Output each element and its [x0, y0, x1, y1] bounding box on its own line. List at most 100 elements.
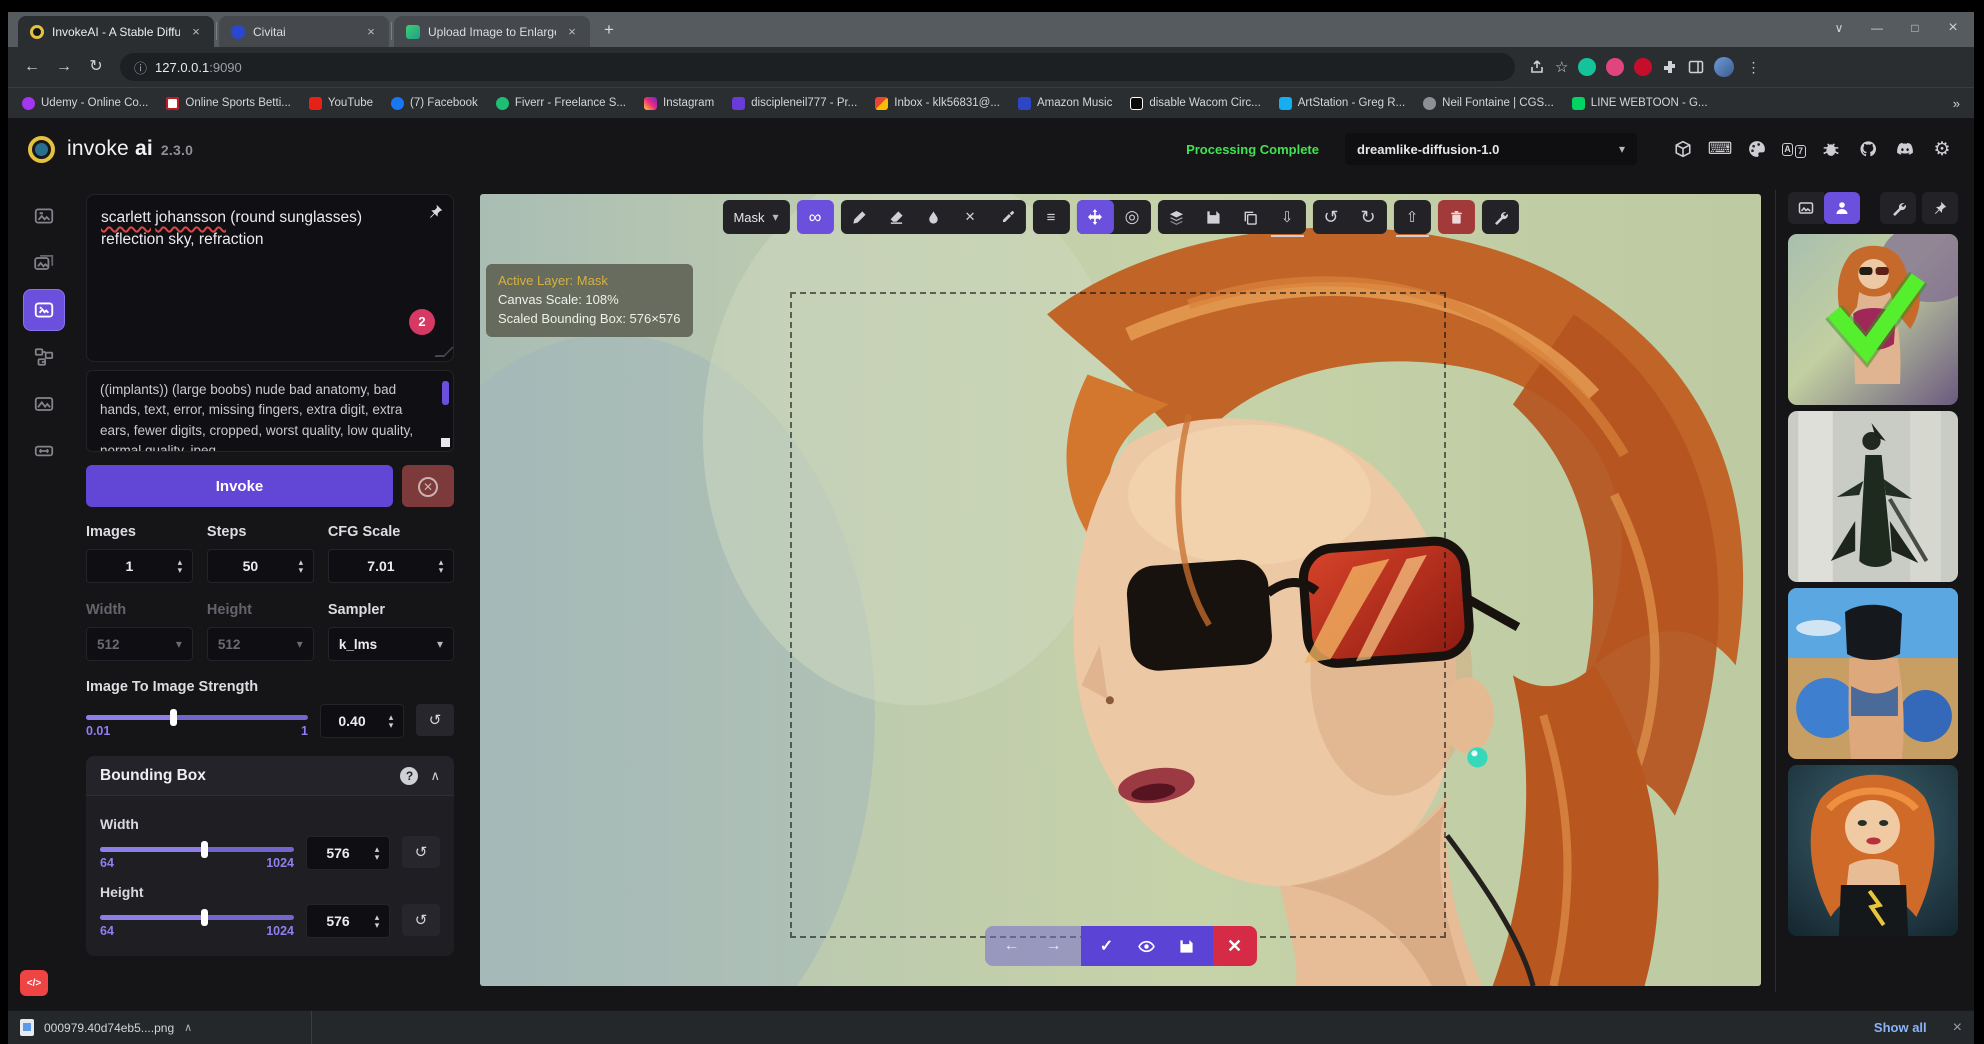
next-image-button[interactable]: → [1033, 937, 1075, 955]
stepper[interactable]: ▴▾ [369, 913, 389, 929]
negative-prompt-textarea[interactable]: ((implants)) (large boobs) nude bad anat… [86, 370, 454, 452]
report-bug-icon[interactable] [1819, 137, 1843, 161]
profile-avatar[interactable] [1714, 57, 1734, 77]
stepper[interactable]: ▴▾ [172, 558, 192, 574]
bookmark-inbox[interactable]: Inbox - klk56831@... [875, 97, 1000, 110]
color-picker-button[interactable] [989, 200, 1026, 234]
gallery-thumbnail[interactable] [1788, 588, 1958, 759]
save-staged-image-button[interactable] [1167, 939, 1207, 954]
tab-search-icon[interactable]: ∨ [1824, 16, 1854, 40]
help-icon[interactable]: ? [400, 767, 418, 785]
toggle-preview-eye-button[interactable] [1127, 938, 1167, 955]
bookmark-wacom[interactable]: disable Wacom Circ... [1130, 97, 1260, 110]
share-icon[interactable] [1529, 59, 1545, 75]
bookmark-neil-fontaine[interactable]: Neil Fontaine | CGS... [1423, 97, 1554, 110]
brush-options-button[interactable]: ≡ [1033, 200, 1070, 234]
redo-button[interactable]: ↻ [1350, 200, 1387, 234]
tab-unified-canvas[interactable] [24, 290, 64, 330]
bookmark-amazon-music[interactable]: Amazon Music [1018, 97, 1112, 110]
move-tool-button[interactable] [1077, 200, 1114, 234]
extensions-puzzle-icon[interactable] [1662, 59, 1678, 75]
prompt-textarea[interactable]: scarlett johansson (round sunglasses) re… [86, 194, 454, 362]
reload-button[interactable]: ↻ [82, 53, 110, 81]
gallery-thumbnail[interactable] [1788, 765, 1958, 936]
bbox-height-reset-button[interactable]: ↺ [402, 904, 440, 936]
pin-icon[interactable] [428, 204, 443, 219]
eraser-tool-button[interactable] [878, 200, 915, 234]
bookmark-fiverr[interactable]: Fiverr - Freelance S... [496, 97, 626, 110]
images-input[interactable]: 1 ▴▾ [86, 549, 193, 583]
bbox-width-input[interactable]: 576 ▴▾ [306, 836, 390, 870]
bookmark-artstation[interactable]: ArtStation - Greg R... [1279, 97, 1405, 110]
stepper[interactable]: ▴▾ [369, 845, 389, 861]
gallery-images-button[interactable] [1788, 192, 1824, 224]
layer-select[interactable]: Mask▾ [722, 200, 789, 234]
tab-image-to-image[interactable] [24, 243, 64, 283]
model-manager-icon[interactable] [1671, 137, 1695, 161]
accept-staging-button[interactable]: ✓ [1087, 936, 1127, 956]
undo-button[interactable]: ↺ [1313, 200, 1350, 234]
stepper[interactable]: ▴▾ [293, 558, 313, 574]
console-toggle-button[interactable]: </> [20, 970, 48, 996]
tab-nodes[interactable] [24, 337, 64, 377]
forward-button[interactable]: → [50, 53, 78, 81]
settings-gear-icon[interactable]: ⚙ [1930, 137, 1954, 161]
hotkeys-keyboard-icon[interactable]: ⌨ [1708, 137, 1732, 161]
download-item[interactable]: 000979.40d74eb5....png ∧ [20, 1011, 312, 1044]
cancel-button[interactable]: ✕ [402, 465, 454, 507]
tab-close-icon[interactable]: × [564, 24, 580, 40]
bbox-width-reset-button[interactable]: ↺ [402, 836, 440, 868]
resize-handle[interactable] [434, 347, 454, 357]
pink-extension-icon[interactable] [1606, 58, 1624, 76]
tab-civitai[interactable]: Civitai × [219, 16, 389, 47]
discord-icon[interactable] [1893, 137, 1917, 161]
cfg-scale-input[interactable]: 7.01 ▴▾ [328, 549, 454, 583]
side-panel-icon[interactable] [1688, 59, 1704, 75]
tab-close-icon[interactable]: × [188, 24, 204, 40]
chevron-up-icon[interactable]: ∧ [184, 1021, 192, 1034]
chevron-up-icon[interactable]: ∧ [430, 768, 440, 784]
download-image-button[interactable]: ⇩ [1269, 200, 1306, 234]
gallery-thumbnail[interactable] [1788, 411, 1958, 582]
fill-bounding-box-button[interactable] [915, 200, 952, 234]
scrollbar-thumb[interactable] [442, 381, 449, 405]
bookmark-star-icon[interactable]: ☆ [1555, 58, 1568, 76]
browser-menu-icon[interactable]: ⋮ [1744, 59, 1762, 76]
tab-text-to-image[interactable] [24, 196, 64, 236]
show-all-downloads-link[interactable]: Show all [1874, 1020, 1927, 1035]
upload-image-button[interactable]: ⇧ [1394, 200, 1431, 234]
erase-bounding-box-button[interactable]: ✕ [952, 200, 989, 234]
back-button[interactable]: ← [18, 53, 46, 81]
tab-upload-image[interactable]: Upload Image to Enlarge & Enha × [394, 16, 590, 47]
close-window-button[interactable]: × [1938, 16, 1968, 40]
mask-options-button[interactable]: ∞ [797, 200, 834, 234]
grammarly-extension-icon[interactable] [1578, 58, 1596, 76]
bbox-height-slider[interactable]: 641024 [100, 905, 294, 938]
bookmarks-overflow-icon[interactable]: » [1953, 96, 1960, 111]
height-select[interactable]: 512▾ [207, 627, 314, 661]
slider-thumb[interactable] [201, 909, 208, 926]
width-select[interactable]: 512▾ [86, 627, 193, 661]
site-info-icon[interactable]: ⓘ [134, 58, 147, 77]
invoke-button[interactable]: Invoke [86, 465, 393, 507]
minimize-button[interactable]: — [1862, 16, 1892, 40]
close-downloads-icon[interactable]: × [1953, 1019, 1962, 1037]
bbox-height-input[interactable]: 576 ▴▾ [306, 904, 390, 938]
sampler-select[interactable]: k_lms▾ [328, 627, 454, 661]
reset-view-button[interactable]: ◎ [1114, 200, 1151, 234]
bookmark-instagram[interactable]: Instagram [644, 97, 714, 110]
stepper[interactable]: ▴▾ [383, 713, 403, 729]
previous-image-button[interactable]: ← [991, 937, 1033, 955]
maximize-button[interactable]: □ [1900, 16, 1930, 40]
tab-invokeai[interactable]: InvokeAI - A Stable Diffusion Too × [18, 16, 214, 47]
bookmark-youtube[interactable]: YouTube [309, 97, 373, 110]
model-select[interactable]: dreamlike-diffusion-1.0 ▾ [1345, 133, 1637, 165]
discard-staging-button[interactable]: ✕ [1213, 926, 1257, 966]
brush-tool-button[interactable] [841, 200, 878, 234]
bookmark-webtoon[interactable]: LINE WEBTOON - G... [1572, 97, 1708, 110]
address-bar[interactable]: ⓘ 127.0.0.1:9090 [120, 53, 1515, 81]
new-tab-button[interactable]: + [596, 17, 622, 43]
bookmark-udemy[interactable]: Udemy - Online Co... [22, 97, 148, 110]
unified-canvas[interactable]: Active Layer: Mask Canvas Scale: 108% Sc… [480, 194, 1761, 986]
bookmark-sports[interactable]: Online Sports Betti... [166, 97, 290, 110]
